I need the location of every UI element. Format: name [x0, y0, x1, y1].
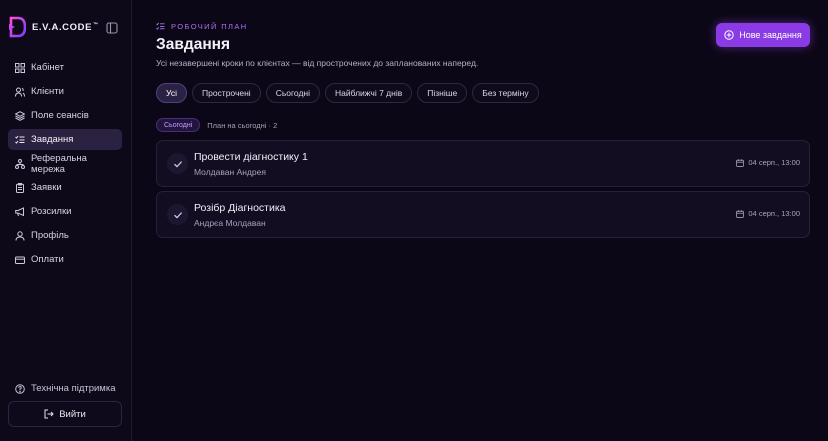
section-badge: Сьогодні [156, 118, 201, 132]
filter-overdue[interactable]: Прострочені [191, 83, 261, 103]
eyebrow-label: РОБОЧИЙ ПЛАН [171, 22, 248, 31]
support-label: Технічна підтримка [31, 383, 116, 394]
sidebar-item-payments[interactable]: Оплати [8, 249, 122, 270]
new-task-label: Нове завдання [739, 30, 802, 40]
sidebar: E.V.A.CODE™ Кабінет Клієнти Поле сеансів… [0, 0, 132, 441]
sidebar-item-label: Реферальна мережа [31, 152, 87, 175]
page-eyebrow: РОБОЧИЙ ПЛАН [156, 22, 248, 31]
sidebar-item-tasks[interactable]: Завдання [8, 129, 122, 150]
logout-label: Вийти [59, 408, 86, 420]
filter-later[interactable]: Пізніше [417, 83, 468, 103]
credit-card-icon [15, 256, 25, 264]
check-icon [173, 160, 182, 167]
sidebar-item-label: Оплати [31, 254, 64, 265]
sidebar-item-label: Клієнти [31, 86, 64, 97]
sidebar-collapse-icon[interactable] [106, 22, 118, 34]
sidebar-item-label: Заявки [31, 182, 62, 193]
filter-today[interactable]: Сьогодні [265, 83, 320, 103]
filter-no-deadline[interactable]: Без терміну [472, 83, 539, 103]
logout-button[interactable]: Вийти [8, 401, 122, 427]
sidebar-nav: Кабінет Клієнти Поле сеансів Завдання Ре… [8, 57, 122, 273]
sidebar-item-clients[interactable]: Клієнти [8, 81, 122, 102]
sidebar-item-mailings[interactable]: Розсилки [8, 201, 122, 222]
logout-icon [44, 409, 54, 419]
page-subtitle: Усі незавершені кроки по клієнтах — від … [156, 58, 479, 68]
complete-task-button[interactable] [167, 153, 188, 174]
task-card[interactable]: Провести діагностику 1 Молдаван Андрея 0… [156, 140, 810, 187]
main-content: РОБОЧИЙ ПЛАН Завдання Усі незавершені кр… [132, 0, 828, 441]
section-header: Сьогодні План на сьогодні · 2 [156, 118, 277, 132]
task-card[interactable]: Розібр Діагностика Андрєа Молдаван 04 се… [156, 191, 810, 238]
sidebar-item-cabinet[interactable]: Кабінет [8, 57, 122, 78]
sidebar-item-label: Завдання [31, 134, 74, 145]
task-date: 04 серп., 13:00 [736, 158, 800, 167]
sidebar-item-referral[interactable]: Реферальна мережа [8, 152, 122, 175]
plus-circle-icon [724, 30, 734, 40]
layers-icon [15, 110, 25, 121]
task-client: Андрєа Молдаван [194, 218, 266, 228]
sidebar-item-requests[interactable]: Заявки [8, 177, 122, 198]
tasks-icon [156, 22, 165, 30]
section-label: План на сьогодні · 2 [207, 120, 278, 130]
filter-all[interactable]: Усі [156, 83, 187, 103]
sidebar-item-profile[interactable]: Профіль [8, 225, 122, 246]
megaphone-icon [15, 206, 24, 216]
help-circle-icon [15, 383, 25, 394]
sidebar-item-label: Кабінет [31, 62, 64, 73]
sidebar-item-label: Розсилки [31, 206, 72, 217]
task-title: Провести діагностику 1 [194, 151, 308, 163]
network-icon [15, 158, 25, 169]
users-icon [15, 87, 25, 97]
task-date: 04 серп., 13:00 [736, 209, 800, 218]
brand-name: E.V.A.CODE™ [32, 21, 99, 33]
sidebar-item-label: Поле сеансів [31, 110, 89, 121]
check-icon [173, 211, 182, 218]
filter-tabs: Усі Прострочені Сьогодні Найближчі 7 дні… [156, 83, 544, 103]
page-title: Завдання [156, 36, 231, 53]
tasks-icon [15, 135, 25, 144]
clipboard-icon [16, 182, 24, 193]
sidebar-item-label: Профіль [31, 230, 69, 241]
dashboard-icon [15, 62, 25, 73]
task-date-label: 04 серп., 13:00 [748, 158, 800, 167]
new-task-button[interactable]: Нове завдання [716, 23, 810, 47]
task-title: Розібр Діагностика [194, 202, 286, 214]
user-icon [15, 230, 25, 241]
task-client: Молдаван Андрея [194, 167, 266, 177]
brand-logo [9, 16, 26, 38]
sidebar-item-sessions[interactable]: Поле сеансів [8, 105, 122, 126]
support-link[interactable]: Технічна підтримка [15, 383, 116, 394]
task-date-label: 04 серп., 13:00 [748, 209, 800, 218]
calendar-icon [736, 158, 745, 167]
filter-next-7-days[interactable]: Найближчі 7 днів [325, 83, 413, 103]
complete-task-button[interactable] [167, 204, 188, 225]
calendar-icon [736, 209, 745, 218]
